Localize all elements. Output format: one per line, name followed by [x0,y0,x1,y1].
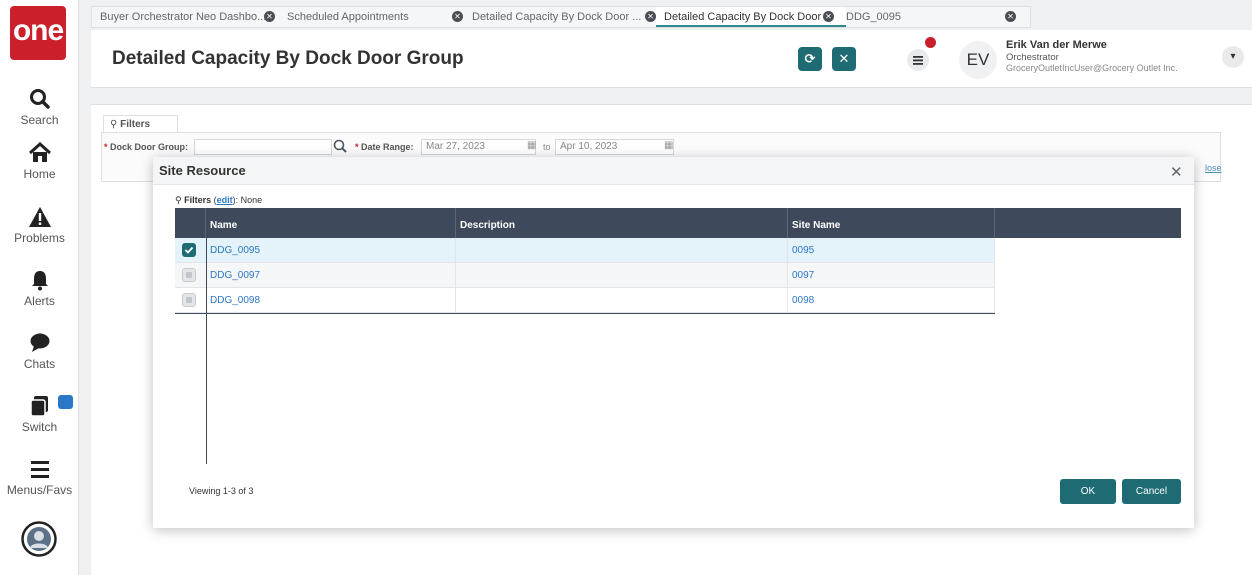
tab-detailed-capacity-active[interactable]: Detailed Capacity By Dock Door ... [656,7,846,27]
edit-filters-link[interactable]: edit [217,195,233,205]
user-email: GroceryOutletIncUser@Grocery Outlet Inc. [1006,63,1178,73]
cell-site-name[interactable]: 0098 [788,288,995,313]
cell-name[interactable]: DDG_0095 [206,238,456,263]
user-role: Orchestrator [1006,52,1059,63]
tab-ddg-0095[interactable]: DDG_0095 [838,7,998,27]
tab-scheduled-appointments[interactable]: Scheduled Appointments [279,7,454,27]
search-icon [0,88,79,110]
nav-chats-label: Chats [23,357,56,371]
calendar-icon[interactable]: ▦ [527,140,536,151]
row-checkbox[interactable] [182,268,196,282]
cancel-button[interactable]: Cancel [1122,479,1181,504]
modal-filters-summary: ⚲ Filters (edit): None [175,195,263,205]
page-header: Detailed Capacity By Dock Door Group ⟳ ✕… [91,30,1252,88]
nav-switch-label: Switch [21,420,58,434]
table-row[interactable]: DDG_0095 0095 [175,238,995,263]
cell-name[interactable]: DDG_0098 [206,288,456,313]
menu-icon [0,458,79,480]
tab-close-icon[interactable]: ✕ [823,11,834,22]
one-logo[interactable]: one [10,6,66,60]
warning-icon [0,206,79,228]
user-name: Erik Van der Merwe [1006,39,1107,51]
table-row[interactable]: DDG_0097 0097 [175,263,995,288]
nav-home[interactable]: Home [0,142,79,181]
user-menu-chevron-down-icon[interactable]: ▾ [1222,46,1244,68]
tab-close-icon[interactable]: ✕ [452,11,463,22]
refresh-icon: ⟳ [804,51,816,66]
column-header-name[interactable]: Name [206,208,456,238]
modal-title: Site Resource [159,163,246,178]
table-row[interactable]: DDG_0098 0098 [175,288,995,313]
grid-header: Name Description Site Name [175,208,1181,238]
left-sidebar: one Search Home Problems Alerts Chats Sw… [0,0,79,575]
date-range-label: * Date Range: [355,142,414,152]
close-link[interactable]: lose [1205,163,1222,173]
grid-divider [206,238,207,464]
to-label: to [543,142,551,152]
filter-search-icon: ⚲ [110,119,118,130]
nav-problems[interactable]: Problems [0,206,79,245]
nav-search-label: Search [20,113,59,127]
cell-name[interactable]: DDG_0097 [206,263,456,288]
user-profile-icon[interactable] [21,521,57,562]
tab-close-icon[interactable]: ✕ [264,11,275,22]
nav-problems-label: Problems [14,231,65,245]
nav-chats[interactable]: Chats [0,332,79,371]
nav-home-label: Home [23,167,56,181]
filter-search-icon: ⚲ [175,195,182,205]
cell-description [456,263,788,288]
cell-site-name[interactable]: 0097 [788,263,995,288]
notifications-menu-button[interactable] [907,49,929,71]
date-from-input[interactable]: Mar 27, 2023 [421,139,536,155]
nav-search[interactable]: Search [0,88,79,127]
notification-badge-icon [923,35,938,50]
switch-badge-icon [58,395,73,409]
nav-menus-favs[interactable]: Menus/Favs [0,458,79,497]
ok-button[interactable]: OK [1060,479,1116,504]
calendar-icon[interactable]: ▦ [664,140,673,151]
tab-bar: Buyer Orchestrator Neo Dashbo... ✕ Sched… [91,6,1031,28]
site-resource-modal: Site Resource ✕ ⚲ Filters (edit): None N… [153,157,1194,528]
home-icon [0,142,79,164]
row-checkbox[interactable] [182,293,196,307]
tab-close-icon[interactable]: ✕ [645,11,656,22]
bell-icon [0,269,79,291]
row-checkbox[interactable] [182,243,196,257]
modal-close-icon[interactable]: ✕ [1170,163,1183,181]
menu-lines-icon [913,56,923,65]
close-icon: ✕ [838,51,850,66]
modal-header: Site Resource ✕ [153,157,1194,185]
tab-close-icon[interactable]: ✕ [1005,11,1016,22]
close-page-button[interactable]: ✕ [832,47,856,71]
avatar[interactable]: EV [959,41,997,79]
dock-door-group-input[interactable] [194,139,332,155]
filters-tab[interactable]: ⚲ Filters [103,115,178,133]
cell-description [456,288,788,313]
grid-bottom-border [175,313,995,314]
filters-value: None [240,195,263,205]
pagination-status: Viewing 1-3 of 3 [189,486,254,496]
lookup-search-icon[interactable] [333,139,347,156]
nav-alerts[interactable]: Alerts [0,269,79,308]
date-to-input[interactable]: Apr 10, 2023 [555,139,674,155]
dock-door-group-label: * Dock Door Group: [104,142,189,152]
column-header-description[interactable]: Description [456,208,788,238]
checkmark-icon [184,246,194,254]
cell-site-name[interactable]: 0095 [788,238,995,263]
cell-description [456,238,788,263]
refresh-button[interactable]: ⟳ [798,47,822,71]
tab-detailed-capacity-1[interactable]: Detailed Capacity By Dock Door ... [464,7,642,27]
column-header-site-name[interactable]: Site Name [788,208,995,238]
nav-switch[interactable]: Switch [0,395,79,434]
select-all-column-header[interactable] [175,208,206,238]
nav-menus-favs-label: Menus/Favs [6,483,73,497]
tab-buyer-orchestrator[interactable]: Buyer Orchestrator Neo Dashbo... [92,7,287,27]
page-title: Detailed Capacity By Dock Door Group [112,48,464,69]
chat-icon [0,332,79,354]
nav-alerts-label: Alerts [24,294,55,308]
